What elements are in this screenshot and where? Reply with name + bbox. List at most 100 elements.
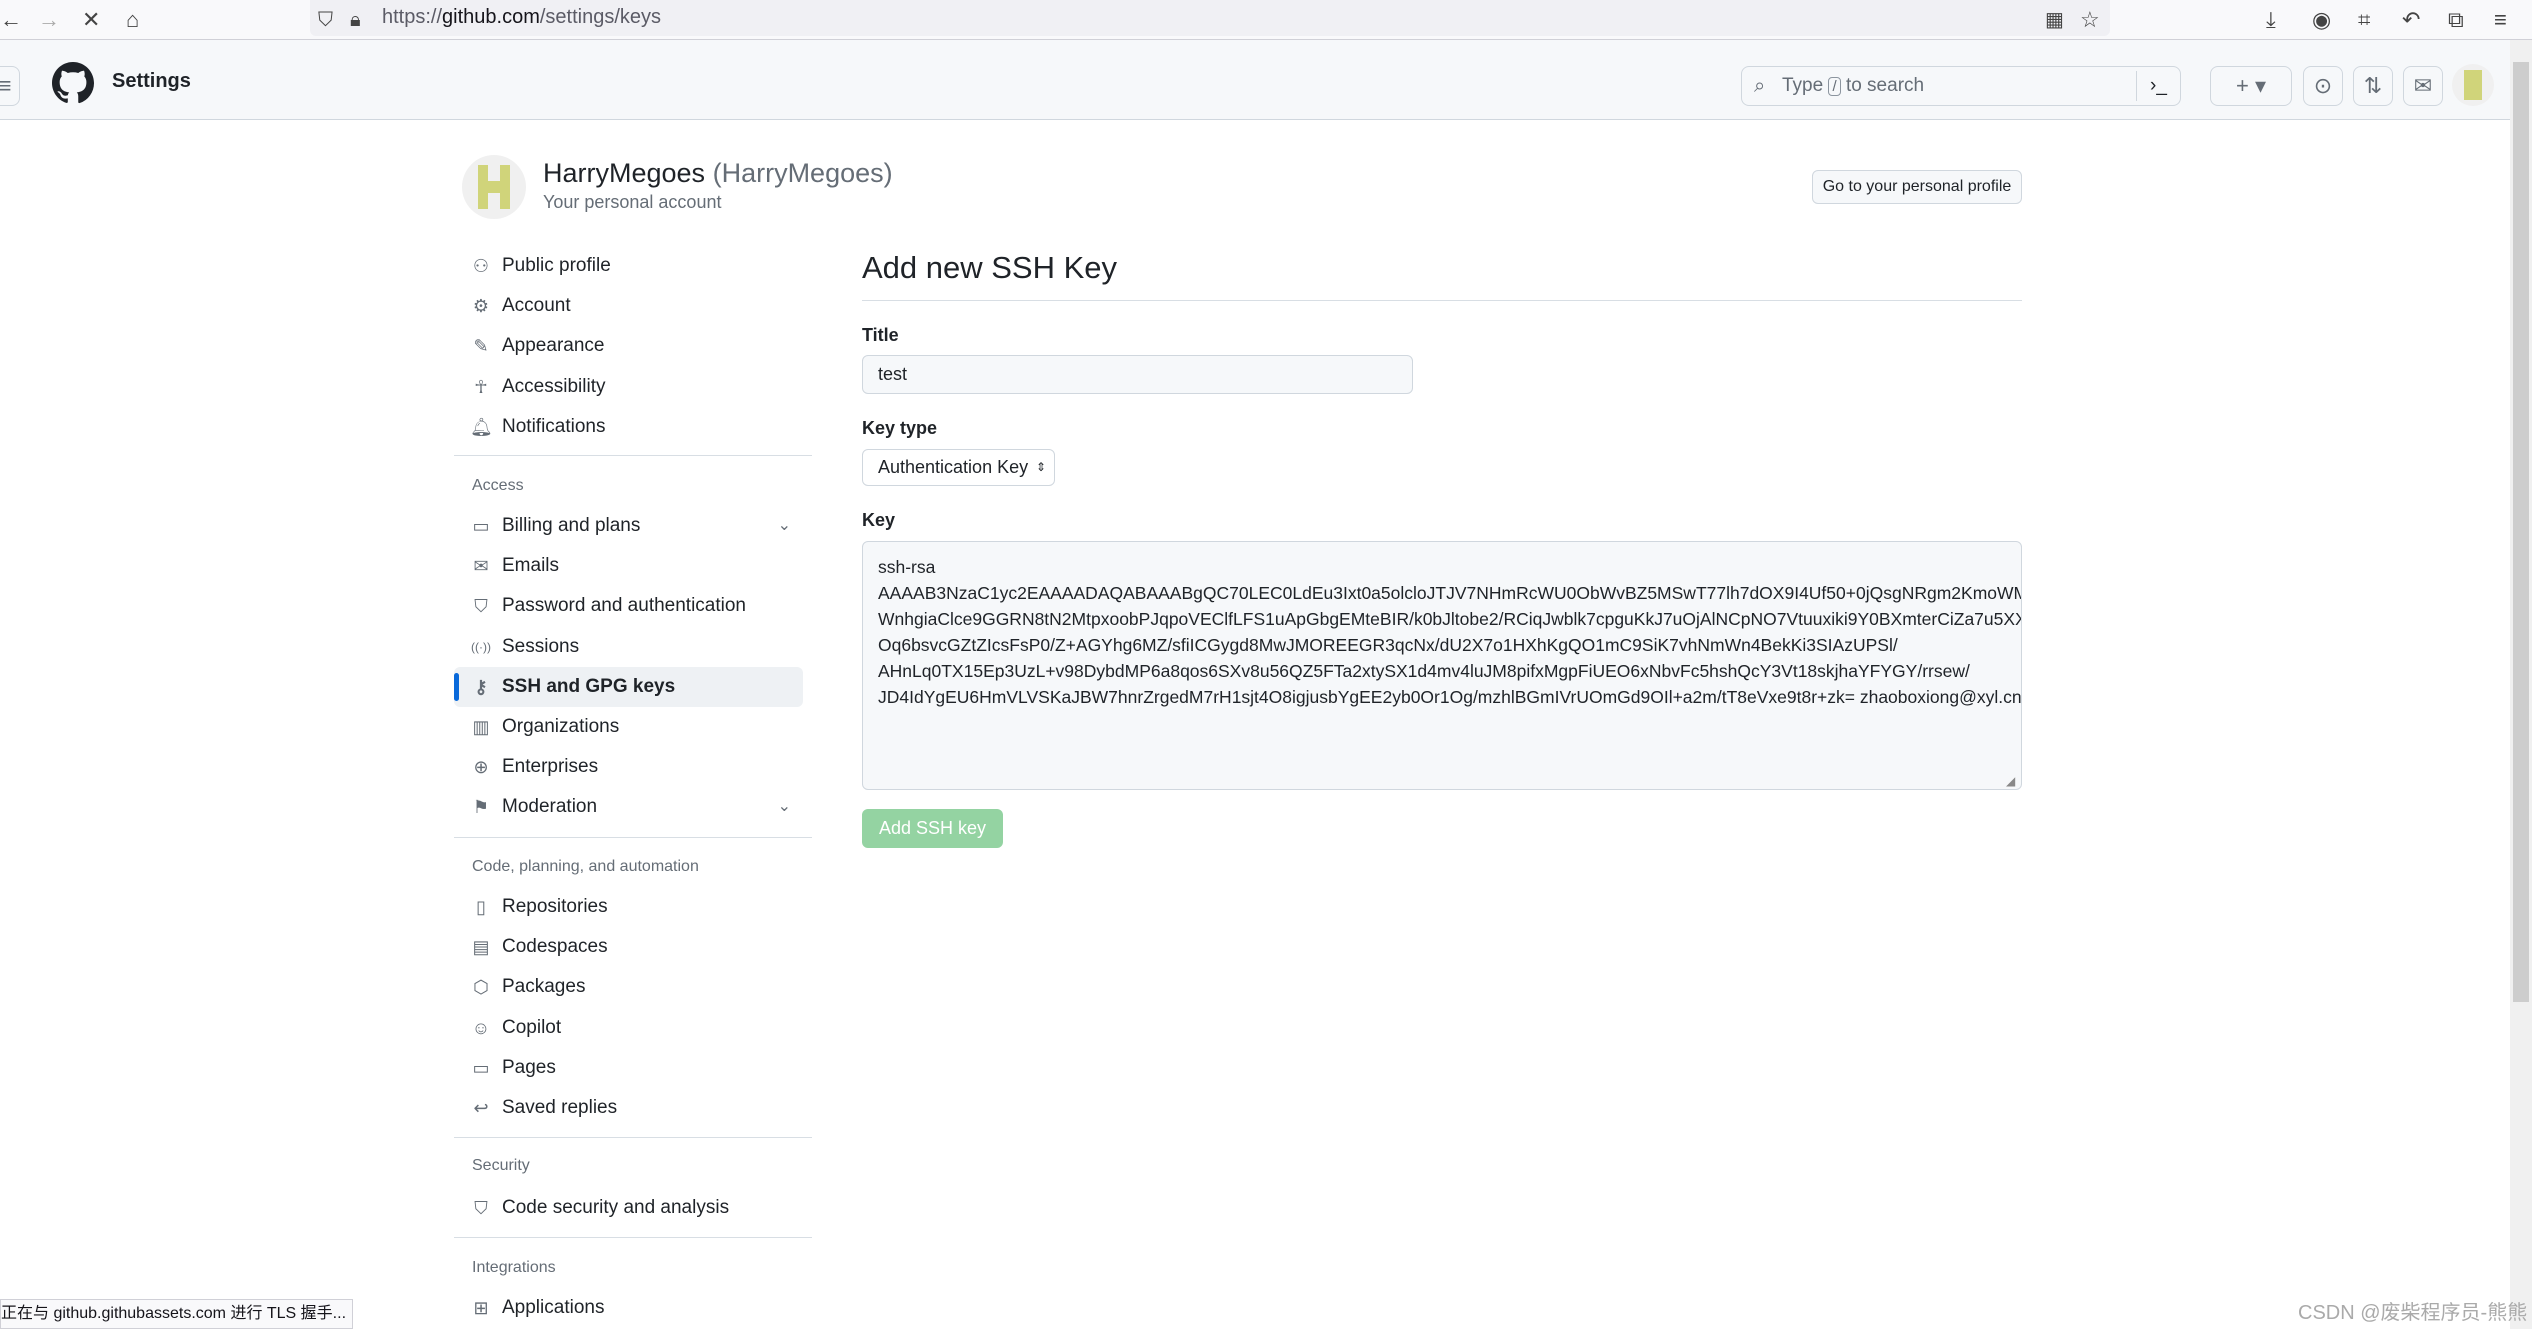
copilot-icon: ☺ — [471, 1017, 491, 1038]
back-icon[interactable]: ← — [0, 6, 22, 34]
user-avatar[interactable] — [2452, 64, 2494, 106]
url-text[interactable]: https://github.com/settings/keys — [382, 6, 661, 29]
sidebar-item-enterprises[interactable]: ⊕ Enterprises — [454, 747, 803, 787]
extensions-icon[interactable]: ⧉ — [2448, 6, 2464, 34]
organization-icon: ▥ — [472, 717, 490, 737]
sidebar-item-account[interactable]: ⚙ Account — [454, 286, 803, 326]
sidebar-item-code-security-and-analysis[interactable]: ⛉ Code security and analysis — [454, 1188, 803, 1228]
sidebar-item-label: Saved replies — [502, 1097, 618, 1118]
sidebar-item-sessions[interactable]: ((·)) Sessions — [454, 627, 803, 667]
url-bar[interactable]: ⛉ 🔒︎ https://github.com/settings/keys ▦ … — [310, 0, 2110, 36]
menu-icon[interactable]: ≡ — [2494, 6, 2507, 34]
lock-icon[interactable]: 🔒︎ — [350, 6, 361, 34]
github-logo-icon[interactable] — [52, 62, 94, 104]
sidebar-item-notifications[interactable]: 🔔︎ Notifications — [454, 407, 803, 447]
heading-divider — [862, 300, 2022, 301]
sidebar-item-password-and-authentication[interactable]: ⛉ Password and authentication — [454, 586, 803, 626]
sidebar-item-label: Copilot — [502, 1016, 562, 1038]
bell-icon: 🔔︎ — [470, 416, 493, 437]
sidebar-item-packages[interactable]: ⬡ Packages — [454, 967, 803, 1007]
inbox-icon[interactable]: ✉ — [2403, 66, 2443, 106]
sidebar-item-codespaces[interactable]: ▤ Codespaces — [454, 927, 803, 967]
shield-icon[interactable]: ⛉ — [318, 6, 333, 34]
sidebar-item-public-profile[interactable]: ⚇ Public profile — [454, 246, 803, 286]
chevron-down-icon[interactable]: ⌄ — [778, 787, 791, 827]
sidebar-item-label: Password and authentication — [502, 595, 746, 617]
sidebar-item-label: Organizations — [502, 716, 620, 737]
key-type-select[interactable]: Authentication Key ⇕ — [862, 449, 1055, 486]
page-context-title: Settings — [112, 70, 191, 92]
sidebar-item-applications[interactable]: ⊞ Applications — [454, 1288, 803, 1328]
sidebar-item-label: Sessions — [502, 635, 580, 657]
crop-icon[interactable]: ⌗ — [2358, 6, 2370, 34]
sidebar-item-pages[interactable]: ▭ Pages — [454, 1048, 803, 1088]
chevron-down-icon[interactable]: ⌄ — [778, 506, 791, 546]
profile-subtitle: Your personal account — [543, 192, 722, 212]
sidebar-item-emails[interactable]: ✉ Emails — [454, 546, 803, 586]
hamburger-button[interactable]: ≡ — [0, 66, 20, 106]
search-shortcut-key: / — [1828, 77, 1841, 96]
resize-handle-icon[interactable]: ◢ — [2006, 774, 2015, 788]
scrollbar-thumb[interactable] — [2513, 62, 2529, 1002]
status-bar: 正在与 github.githubassets.com 进行 TLS 握手... — [0, 1299, 354, 1329]
sidebar-section-heading: Access — [472, 477, 524, 494]
globe-icon: ⊕ — [473, 757, 489, 778]
sidebar-divider — [454, 1237, 812, 1238]
profile-name: HarryMegoes (HarryMegoes) — [543, 158, 893, 189]
sidebar-item-accessibility[interactable]: ☥ Accessibility — [454, 367, 803, 407]
qr-code-icon[interactable]: ▦ — [2045, 6, 2064, 34]
sidebar-item-label: Applications — [502, 1297, 605, 1318]
report-icon: ⚑ — [472, 797, 490, 818]
sidebar-item-copilot[interactable]: ☺ Copilot — [454, 1008, 803, 1048]
key-type-value: Authentication Key — [878, 457, 1029, 477]
download-icon[interactable]: ⤓ — [2266, 6, 2276, 34]
key-type-label: Key type — [862, 418, 938, 438]
undo-icon[interactable]: ↶ — [2402, 6, 2420, 34]
package-icon: ⬡ — [473, 977, 489, 998]
sidebar-item-appearance[interactable]: ✎ Appearance — [454, 326, 803, 366]
select-arrows-icon: ⇕ — [1035, 460, 1046, 474]
forward-icon[interactable]: → — [38, 6, 60, 34]
page-title: Add new SSH Key — [862, 250, 1118, 285]
watermark: CSDN @废柴程序员-熊熊 — [2298, 1302, 2528, 1324]
sidebar-item-label: Account — [502, 295, 571, 317]
sidebar-item-billing-and-plans[interactable]: ▭ Billing and plans ⌄ — [454, 506, 803, 546]
codespaces-icon: ▤ — [472, 937, 490, 958]
sidebar-item-label: Billing and plans — [502, 515, 641, 536]
sidebar-item-ssh-and-gpg-keys[interactable]: ⚷ SSH and GPG keys — [454, 666, 803, 707]
sidebar-item-label: SSH and GPG keys — [502, 675, 676, 697]
profile-avatar — [462, 155, 526, 219]
sidebar-item-organizations[interactable]: ▥ Organizations — [454, 707, 803, 747]
shield-icon: ⛉ — [474, 1198, 488, 1218]
key-textarea[interactable]: ssh-rsa AAAAB3NzaC1yc2EAAAADAQABAAABgQC7… — [862, 541, 2022, 790]
stop-icon[interactable]: ✕ — [82, 6, 100, 34]
command-palette-icon[interactable]: ›_ — [2136, 71, 2180, 101]
go-to-profile-button[interactable]: Go to your personal profile — [1812, 170, 2022, 204]
account-icon[interactable]: ◉ — [2312, 6, 2331, 34]
search-input[interactable]: ⌕ Type / to search ›_ — [1741, 66, 2181, 106]
sidebar-divider — [454, 455, 812, 456]
sidebar-item-repositories[interactable]: ▯ Repositories — [454, 887, 803, 927]
key-icon: ⚷ — [474, 676, 488, 697]
create-new-button[interactable]: + ▾ — [2210, 66, 2292, 106]
sidebar-section-heading: Integrations — [472, 1259, 556, 1276]
repo-icon: ▯ — [476, 897, 486, 917]
apps-icon: ⊞ — [473, 1298, 489, 1318]
sidebar-item-label: Accessibility — [502, 375, 606, 397]
sidebar-section-heading: Code, planning, and automation — [472, 858, 699, 875]
home-icon[interactable]: ⌂ — [126, 6, 139, 34]
sidebar-item-label: Notifications — [502, 415, 606, 437]
issues-icon[interactable]: ⊙ — [2303, 66, 2343, 106]
gear-icon: ⚙ — [472, 296, 490, 317]
user-handle: (HarryMegoes) — [712, 158, 893, 188]
add-ssh-key-button[interactable]: Add SSH key — [862, 809, 1003, 848]
search-placeholder-suffix: to search — [1845, 75, 1925, 96]
sidebar-item-saved-replies[interactable]: ↩ Saved replies — [454, 1088, 803, 1128]
pull-requests-icon[interactable]: ⇅ — [2353, 66, 2393, 106]
title-input[interactable]: test — [862, 355, 1413, 394]
sidebar-item-moderation[interactable]: ⚑ Moderation ⌄ — [454, 787, 803, 827]
github-header: ≡ Settings ⌕ Type / to search ›_ + ▾ ⊙ ⇅… — [0, 40, 2510, 120]
bookmark-star-icon[interactable]: ☆ — [2080, 6, 2100, 34]
sidebar-item-label: Repositories — [502, 896, 608, 917]
paintbrush-icon: ✎ — [473, 336, 489, 357]
